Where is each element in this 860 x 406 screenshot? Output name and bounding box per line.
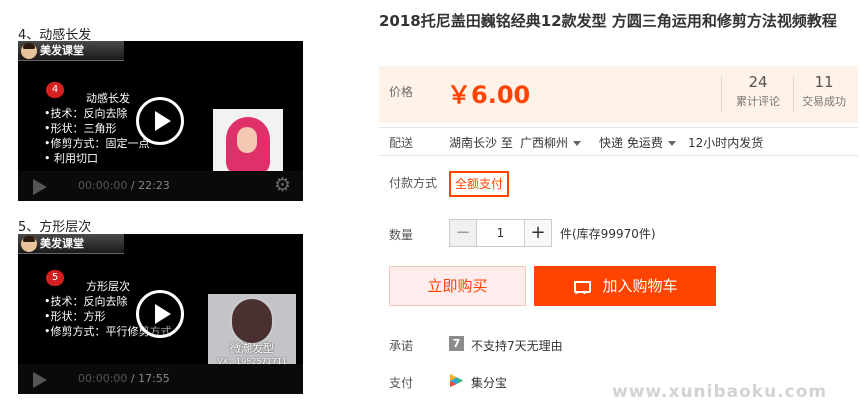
chevron-down-icon — [667, 141, 676, 146]
price-panel: 价格 ￥6.00 24 累计评论 11 交易成功 — [379, 66, 858, 123]
full-payment-option[interactable]: 全额支付 — [449, 171, 510, 197]
play-button-icon[interactable] — [136, 97, 184, 145]
caption-line: •技术：反向去除 — [44, 107, 128, 120]
video-caption: 方形层次 •技术：反向去除 •形状：方形 •修剪方式：平行修剪方式 — [44, 279, 224, 339]
video-player[interactable]: 美发课堂 5 方形层次 •技术：反向去除 •形状：方形 •修剪方式：平行修剪方式… — [18, 234, 303, 394]
video-section-title: 5、方形层次 — [18, 220, 92, 235]
quantity-label: 数量 — [389, 228, 414, 242]
channel-logo: 美发课堂 — [18, 234, 124, 254]
product-title: 2018托尼盖田巍铭经典12款发型 方圆三角运用和修剪方法视频教程 — [379, 12, 837, 30]
ship-from: 湖南长沙 至 — [449, 136, 513, 150]
quantity-stepper: − + — [449, 219, 552, 247]
caption-line: • 利用切口 — [44, 152, 98, 165]
watermark-thumbnail: 微潮发型 VX：1952571711 — [208, 294, 296, 369]
settings-gear-icon[interactable]: ⚙ — [274, 175, 291, 195]
control-play-icon[interactable] — [33, 179, 47, 195]
cart-icon — [572, 279, 592, 295]
payment-method: 集分宝 — [471, 376, 508, 390]
add-to-cart-button[interactable]: 加入购物车 — [534, 266, 716, 306]
promise-text: 不支持7天无理由 — [471, 339, 563, 353]
video-controls: 00:00:00 / 22:23 ⚙ — [18, 171, 303, 201]
shipping-label: 配送 — [389, 136, 414, 150]
payment-method-label: 付款方式 — [389, 176, 438, 190]
jifenbao-icon — [450, 374, 463, 387]
deals-stat: 11 交易成功 — [791, 73, 857, 109]
caption-line: •修剪方式：平行修剪方式 — [44, 325, 172, 338]
caption-line: 动感长发 — [86, 92, 130, 105]
divider — [379, 155, 858, 156]
buy-now-button[interactable]: 立即购买 — [389, 266, 526, 306]
price-label: 价格 — [389, 85, 414, 99]
reviews-count: 24 — [748, 73, 768, 91]
price-value: ￥6.00 — [447, 81, 531, 109]
caption-line: 方形层次 — [86, 280, 130, 293]
deals-label: 交易成功 — [802, 95, 846, 108]
portrait-oval — [230, 297, 274, 345]
no-return-icon: 7 — [449, 336, 464, 351]
channel-avatar-icon — [21, 43, 37, 59]
face-shape — [237, 127, 257, 153]
caption-line: •技术：反向去除 — [44, 295, 128, 308]
video-controls: 00:00:00 / 17:55 — [18, 364, 303, 394]
play-button-icon[interactable] — [136, 290, 184, 338]
video-time: 00:00:00 / 17:55 — [78, 372, 170, 385]
ship-time: 12小时内发货 — [688, 136, 764, 150]
caption-line: •形状：方形 — [44, 310, 106, 323]
caption-line: •形状：三角形 — [44, 122, 117, 135]
divider — [379, 127, 858, 128]
stock-info: 件(库存99970件) — [560, 227, 656, 241]
time-total: 17:55 — [138, 372, 170, 385]
channel-name: 美发课堂 — [40, 237, 84, 250]
add-to-cart-label: 加入购物车 — [602, 277, 678, 295]
caption-line: •修剪方式：固定一点 — [44, 137, 150, 150]
video-player[interactable]: 美发课堂 4 动感长发 •技术：反向去除 •形状：三角形 •修剪方式：固定一点 … — [18, 41, 303, 201]
time-current: 00:00:00 — [78, 372, 128, 385]
payment-label: 支付 — [389, 376, 414, 390]
ship-method-value: 快递 免运费 — [599, 136, 663, 150]
channel-logo: 美发课堂 — [18, 41, 124, 61]
chevron-down-icon — [573, 141, 582, 146]
ship-to-value: 广西柳州 — [520, 136, 569, 150]
control-play-icon[interactable] — [33, 372, 47, 388]
site-watermark: www.xunibaoku.com — [612, 382, 828, 402]
quantity-input[interactable] — [477, 220, 524, 246]
channel-avatar-icon — [21, 236, 37, 252]
thumbnail-watermark: 微潮发型 — [230, 342, 274, 355]
ship-method-select[interactable]: 快递 免运费 — [599, 134, 676, 151]
quantity-increase-button[interactable]: + — [524, 220, 551, 246]
time-current: 00:00:00 — [78, 179, 128, 192]
quantity-decrease-button[interactable]: − — [450, 220, 477, 246]
time-total: 22:23 — [138, 179, 170, 192]
ship-to-select[interactable]: 广西柳州 — [520, 134, 582, 151]
video-list: 4、动感长发 美发课堂 4 动感长发 •技术：反向去除 •形状：三角形 •修剪方… — [0, 0, 320, 406]
divider — [721, 76, 722, 112]
reviews-stat[interactable]: 24 累计评论 — [725, 73, 791, 109]
deals-count: 11 — [814, 73, 834, 91]
channel-name: 美发课堂 — [40, 44, 84, 57]
promise-label: 承诺 — [389, 339, 414, 353]
reviews-label: 累计评论 — [736, 95, 780, 108]
video-caption: 动感长发 •技术：反向去除 •形状：三角形 •修剪方式：固定一点 • 利用切口 — [44, 91, 224, 166]
video-time: 00:00:00 / 22:23 — [78, 179, 170, 192]
